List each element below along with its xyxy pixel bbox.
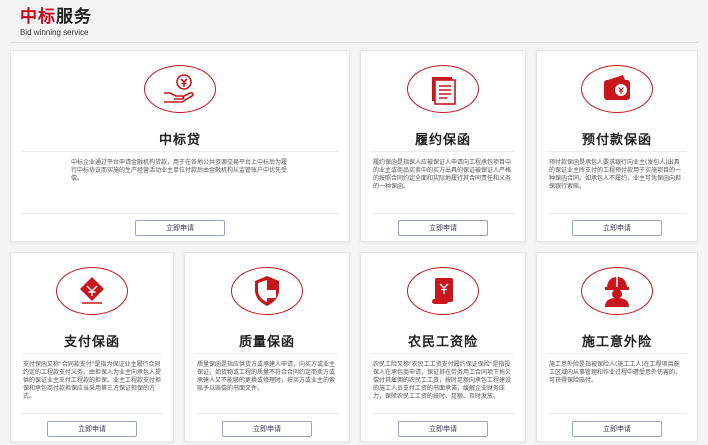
card-title: 履约保函 xyxy=(414,133,471,148)
card-description: 质量保函是指应供货方或承建人申请，向买方或业主保证，如货物或工程的质量不符合合同… xyxy=(197,361,336,392)
shield-icon xyxy=(231,267,303,315)
section-title-accent: 中标 xyxy=(20,7,56,27)
page: 中标服务 Bid winning service 中标贷 中标企业通过平台申请金… xyxy=(0,0,708,445)
apply-button[interactable]: 立即申请 xyxy=(47,421,137,437)
scroll-icon xyxy=(407,267,479,315)
card-divider xyxy=(21,413,163,414)
card-divider xyxy=(371,353,515,354)
card-divider xyxy=(371,151,515,152)
card-divider xyxy=(21,353,163,354)
card-description: 履约保函是指保人应被保证人申请向工程承包项目中的业主或商品买卖中的买方出具的保证… xyxy=(373,159,512,190)
service-card-loan: 中标贷 中标企业通过平台申请金融机构贷款，用于在各地公共资源交易平台上中标后为履… xyxy=(10,50,350,242)
apply-button[interactable]: 立即申请 xyxy=(572,421,662,437)
card-description: 施工意外险是指被保险人(施工工人)在工程项目施工区域内从事管理和作业过程中遭受意… xyxy=(549,361,682,384)
card-divider xyxy=(547,151,687,152)
document-stack-icon xyxy=(407,65,479,113)
service-card-payment-guarantee: 支付保函 支付保函又称"合同款支付"是指为保证业主履行合同约定的工程款支付义务。… xyxy=(10,252,174,442)
card-description: 支付保函又称"合同款支付"是指为保证业主履行合同约定的工程款支付义务。由担保人为… xyxy=(23,361,162,400)
construction-worker-icon xyxy=(581,267,653,315)
card-description: 中标企业通过平台申请金融机构贷款，用于在各地公共资源交易平台上中标后为履行中标协… xyxy=(71,159,288,182)
card-title: 中标贷 xyxy=(158,133,201,148)
section-title: 中标服务 xyxy=(20,7,92,27)
service-card-migrant-wage-insurance: 农民工资险 农民工险又称"农民工工资支付履约保证保险"是指投保人在承包商申请，保… xyxy=(360,252,526,442)
apply-button[interactable]: 立即申请 xyxy=(135,220,225,236)
card-divider xyxy=(371,213,515,214)
service-card-construction-accident-insurance: 施工意外险 施工意外险是指被保险人(施工工人)在工程项目施工区域内从事管理和作业… xyxy=(536,252,698,442)
card-divider xyxy=(21,213,339,214)
card-divider xyxy=(371,413,515,414)
section-header: 中标服务 Bid winning service xyxy=(0,0,708,44)
apply-button[interactable]: 立即申请 xyxy=(572,220,662,236)
card-title: 预付款保函 xyxy=(581,133,652,148)
card-title: 支付保函 xyxy=(63,335,120,350)
card-title: 农民工资险 xyxy=(407,335,478,350)
card-description: 农民工险又称"农民工工资支付履约保证保险"是指投保人在承包商申请，保证其在劳务用… xyxy=(373,361,512,400)
card-title: 质量保函 xyxy=(238,335,295,350)
service-card-performance-guarantee: 履约保函 履约保函是指保人应被保证人申请向工程承包项目中的业主或商品买卖中的买方… xyxy=(360,50,526,242)
apply-button[interactable]: 立即申请 xyxy=(398,421,488,437)
card-description: 预付款保函是承包人要求银行向业主(发包人)出具的保证业主所支付的工程预付款用于实… xyxy=(549,159,682,190)
wallet-icon xyxy=(581,65,653,113)
section-subtitle: Bid winning service xyxy=(20,28,89,37)
service-card-quality-guarantee: 质量保函 质量保函是指应供货方或承建人申请，向买方或业主保证，如货物或工程的质量… xyxy=(184,252,350,442)
card-divider xyxy=(547,353,687,354)
header-divider xyxy=(10,42,698,43)
card-title: 施工意外险 xyxy=(581,335,652,350)
card-divider xyxy=(195,413,339,414)
service-card-advance-payment-guarantee: 预付款保函 预付款保函是承包人要求银行向业主(发包人)出具的保证业主所支付的工程… xyxy=(536,50,698,242)
apply-button[interactable]: 立即申请 xyxy=(222,421,312,437)
apply-button[interactable]: 立即申请 xyxy=(398,220,488,236)
card-divider xyxy=(21,151,339,152)
section-title-rest: 服务 xyxy=(56,7,92,27)
hand-money-icon xyxy=(144,65,216,113)
card-divider xyxy=(547,413,687,414)
card-divider xyxy=(547,213,687,214)
payment-stamp-icon xyxy=(56,267,128,315)
card-divider xyxy=(195,353,339,354)
